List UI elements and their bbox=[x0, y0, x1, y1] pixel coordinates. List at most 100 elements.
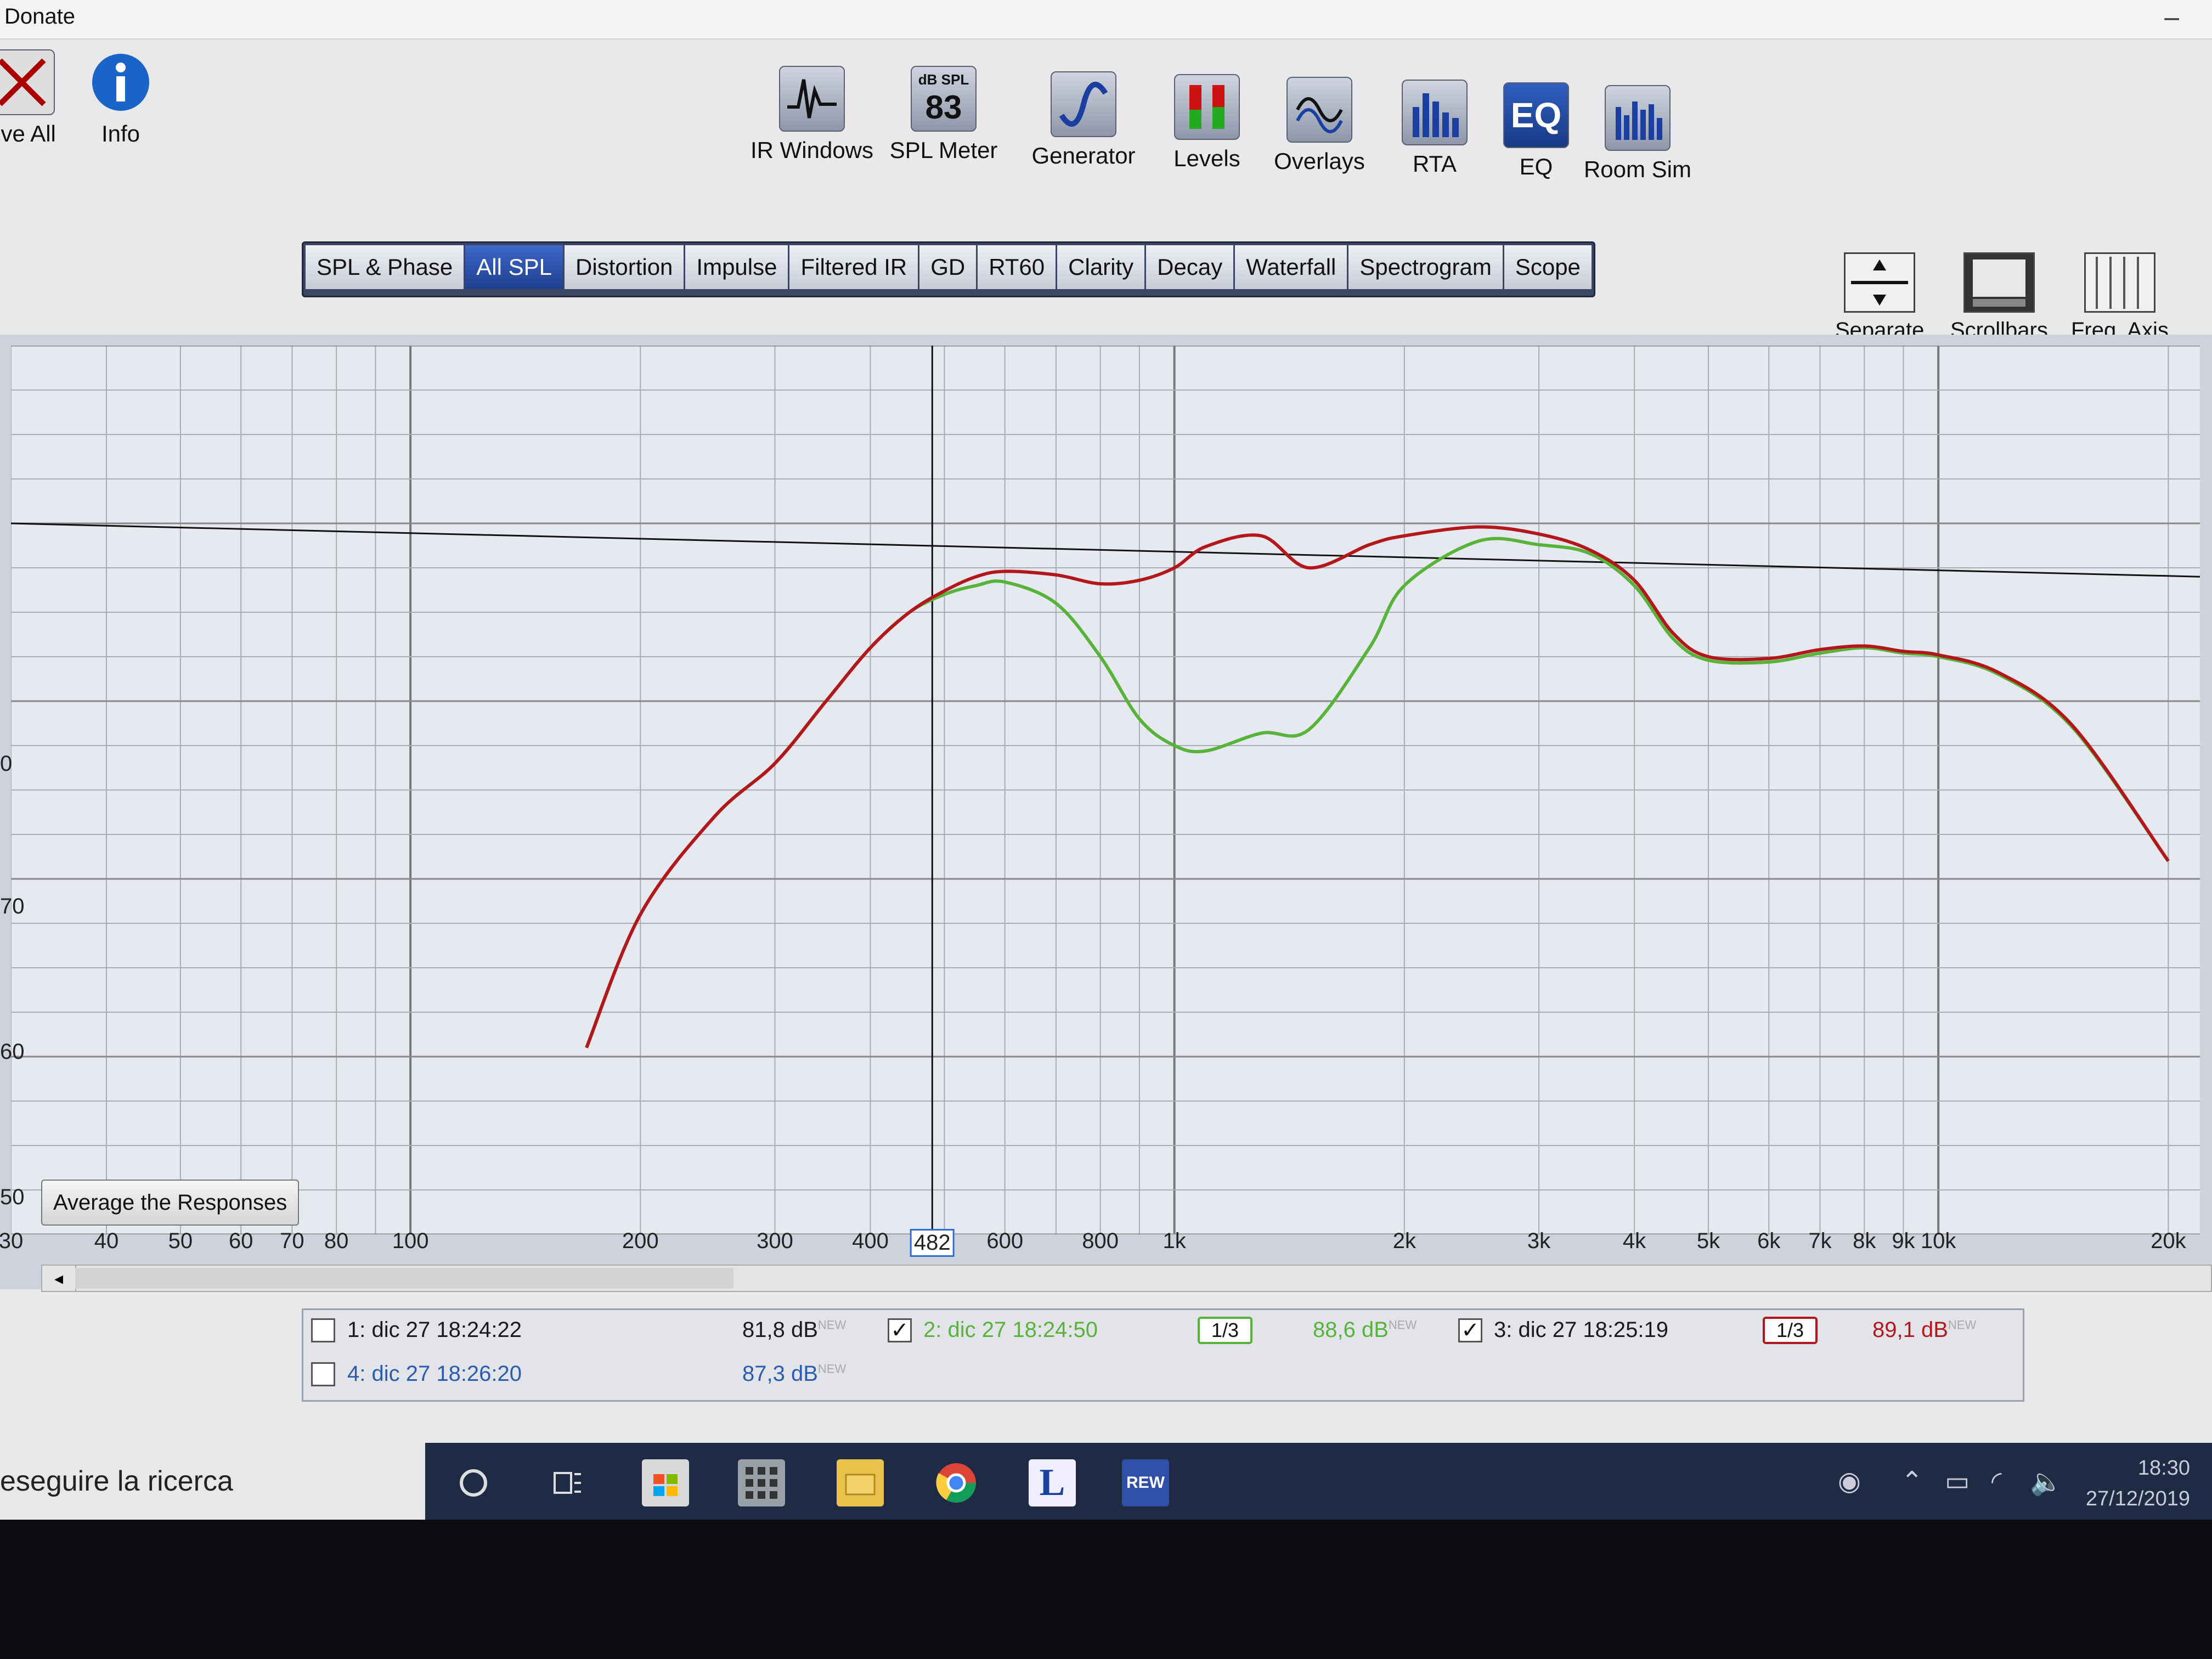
tab-spectrogram[interactable]: Spectrogram bbox=[1348, 245, 1504, 289]
info-button[interactable]: Info bbox=[55, 49, 187, 147]
battery-icon[interactable]: ▭ bbox=[1945, 1466, 1970, 1497]
measurement-2-name[interactable]: 2: dic 27 18:24:50 bbox=[923, 1318, 1098, 1342]
tray-chevron-up-icon[interactable]: ⌃ bbox=[1901, 1466, 1923, 1497]
measurement-1-checkbox[interactable] bbox=[311, 1318, 335, 1342]
average-responses-button[interactable]: Average the Responses bbox=[41, 1180, 300, 1226]
x-tick-label: 30 bbox=[0, 1229, 24, 1253]
spl-graph[interactable] bbox=[11, 346, 2200, 1234]
y-label-60: 60 bbox=[0, 1040, 25, 1064]
taskbar-search[interactable]: eseguire la ricerca bbox=[0, 1443, 425, 1520]
x-tick-label: 8k bbox=[1853, 1229, 1876, 1253]
remove-all-icon bbox=[0, 49, 55, 115]
overlays-label: Overlays bbox=[1274, 148, 1365, 174]
task-view-icon[interactable] bbox=[543, 1459, 590, 1506]
measurement-2-level-value: 88,6 dB bbox=[1313, 1318, 1389, 1342]
info-label: Info bbox=[101, 121, 140, 146]
rew-taskbar-icon[interactable]: REW bbox=[1122, 1459, 1169, 1506]
search-placeholder: eseguire la ricerca bbox=[0, 1465, 233, 1497]
measurement-3-name[interactable]: 3: dic 27 18:25:19 bbox=[1494, 1318, 1668, 1342]
eq-icon: EQ bbox=[1503, 82, 1569, 148]
cortana-icon[interactable] bbox=[450, 1459, 497, 1506]
measurement-4-checkbox[interactable] bbox=[311, 1362, 335, 1386]
measurement-3-smoothing[interactable]: 1/3 bbox=[1763, 1317, 1818, 1344]
levels-label: Levels bbox=[1173, 145, 1240, 171]
separate-button[interactable]: Separate bbox=[1835, 252, 1924, 343]
tab-waterfall[interactable]: Waterfall bbox=[1235, 245, 1349, 289]
main-toolbar: ove All Info IR Windows dB SPL 83 SPL Me… bbox=[0, 44, 2212, 208]
tab-decay[interactable]: Decay bbox=[1146, 245, 1235, 289]
spl-meter-button[interactable]: dB SPL 83 SPL Meter bbox=[878, 66, 1009, 163]
tab-rt60[interactable]: RT60 bbox=[978, 245, 1058, 289]
measurement-3-level: 89,1 dBNEW bbox=[1872, 1318, 1976, 1342]
donate-menu[interactable]: Donate bbox=[4, 4, 75, 29]
separate-icon bbox=[1844, 252, 1916, 313]
tab-impulse[interactable]: Impulse bbox=[685, 245, 790, 289]
ir-windows-icon bbox=[779, 66, 845, 132]
x-tick-label: 482 bbox=[910, 1229, 955, 1257]
scroll-left-icon[interactable]: ◂ bbox=[42, 1266, 76, 1291]
info-icon bbox=[88, 49, 154, 115]
file-explorer-icon[interactable] bbox=[837, 1459, 884, 1506]
tab-gd[interactable]: GD bbox=[919, 245, 978, 289]
measurement-2-smoothing[interactable]: 1/3 bbox=[1198, 1317, 1252, 1344]
freq-axis-icon bbox=[2084, 252, 2155, 313]
x-tick-label: 800 bbox=[1082, 1229, 1119, 1253]
network-user-icon[interactable]: ◉ bbox=[1838, 1466, 1861, 1497]
tab-all-spl[interactable]: All SPL bbox=[465, 245, 565, 289]
measurement-2-checkbox[interactable]: ✓ bbox=[888, 1318, 912, 1342]
x-tick-label: 600 bbox=[986, 1229, 1024, 1253]
tab-filtered-ir[interactable]: Filtered IR bbox=[789, 245, 920, 289]
measurement-4-level-value: 87,3 dB bbox=[742, 1362, 818, 1386]
x-tick-label: 7k bbox=[1808, 1229, 1832, 1253]
scroll-thumb[interactable] bbox=[75, 1268, 733, 1289]
new-tag: NEW bbox=[817, 1362, 847, 1376]
tab-spl-phase[interactable]: SPL & Phase bbox=[306, 245, 466, 289]
tab-clarity[interactable]: Clarity bbox=[1057, 245, 1147, 289]
generator-button[interactable]: Generator bbox=[1018, 71, 1149, 169]
measurement-3-checkbox[interactable]: ✓ bbox=[1458, 1318, 1482, 1342]
wifi-icon[interactable]: ◜ bbox=[1991, 1466, 2002, 1497]
horizontal-scrollbar[interactable]: ◂ bbox=[41, 1265, 2212, 1292]
x-tick-label: 400 bbox=[852, 1229, 889, 1253]
store-icon[interactable] bbox=[642, 1459, 689, 1506]
measurement-1-level: 81,8 dBNEW bbox=[742, 1318, 846, 1342]
spl-meter-label: SPL Meter bbox=[889, 137, 998, 163]
taskbar-clock[interactable]: 18:30 27/12/2019 bbox=[2086, 1453, 2190, 1514]
x-tick-label: 80 bbox=[324, 1229, 349, 1253]
l-app-icon[interactable]: L bbox=[1029, 1459, 1076, 1506]
x-tick-label: 60 bbox=[228, 1229, 253, 1253]
windows-taskbar: eseguire la ricerca L REW ◉ ⌃ ▭ ◜ 🔈 18:3… bbox=[0, 1443, 2212, 1520]
minimize-button[interactable]: – bbox=[2164, 2, 2179, 32]
freq-axis-button[interactable]: Freq. Axis bbox=[2071, 252, 2169, 343]
rta-icon bbox=[1402, 80, 1468, 145]
y-label-50: 50 bbox=[0, 1185, 25, 1209]
y-label-70: 70 bbox=[0, 894, 25, 918]
chrome-icon[interactable] bbox=[933, 1459, 980, 1506]
tab-scope[interactable]: Scope bbox=[1504, 245, 1592, 289]
room-sim-icon bbox=[1605, 85, 1671, 151]
x-tick-label: 10k bbox=[1920, 1229, 1956, 1253]
x-tick-label: 200 bbox=[622, 1229, 659, 1253]
spl-meter-icon: dB SPL 83 bbox=[911, 66, 977, 132]
x-tick-label: 2k bbox=[1392, 1229, 1416, 1253]
measurement-4-name[interactable]: 4: dic 27 18:26:20 bbox=[347, 1362, 522, 1386]
new-tag: NEW bbox=[817, 1318, 847, 1332]
scrollbars-icon bbox=[1963, 252, 2035, 313]
ir-windows-button[interactable]: IR Windows bbox=[746, 66, 878, 163]
spl-unit: dB SPL bbox=[918, 71, 969, 88]
measurement-1-name[interactable]: 1: dic 27 18:24:22 bbox=[347, 1318, 522, 1342]
levels-button[interactable]: Levels bbox=[1141, 74, 1273, 172]
volume-icon[interactable]: 🔈 bbox=[2030, 1466, 2063, 1497]
room-sim-button[interactable]: Room Sim bbox=[1572, 85, 1703, 183]
spl-value: 83 bbox=[925, 89, 962, 126]
graph-panel bbox=[0, 335, 2212, 1289]
scrollbars-button[interactable]: Scrollbars bbox=[1950, 252, 2048, 343]
tab-distortion[interactable]: Distortion bbox=[565, 245, 686, 289]
overlays-button[interactable]: Overlays bbox=[1254, 77, 1385, 174]
measurement-1-level-value: 81,8 dB bbox=[742, 1318, 818, 1342]
calculator-icon[interactable] bbox=[738, 1459, 785, 1506]
x-tick-label: 300 bbox=[757, 1229, 793, 1253]
generator-label: Generator bbox=[1031, 143, 1136, 168]
ir-windows-label: IR Windows bbox=[750, 137, 874, 163]
x-tick-label: 6k bbox=[1757, 1229, 1781, 1253]
